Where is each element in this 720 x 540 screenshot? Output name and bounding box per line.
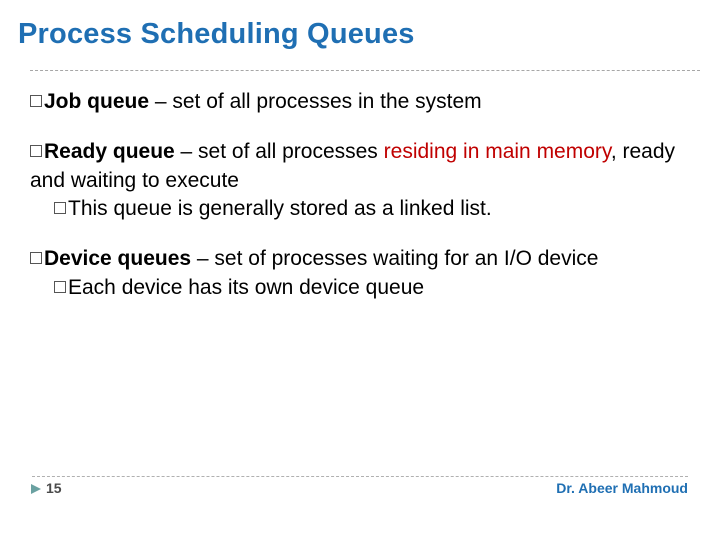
title-divider bbox=[30, 70, 700, 71]
bullet-square-icon bbox=[30, 145, 42, 157]
slide: Process Scheduling Queues Job queue – se… bbox=[0, 0, 720, 540]
author-name: Dr. Abeer Mahmoud bbox=[556, 480, 688, 496]
bullet-device-text: – set of processes waiting for an I/O de… bbox=[197, 247, 599, 270]
bullet-square-icon bbox=[30, 95, 42, 107]
bullet-ready: Ready queue – set of all processes resid… bbox=[30, 138, 690, 223]
bullet-square-icon bbox=[30, 252, 42, 264]
bullet-ready-sub: This queue is generally stored as a link… bbox=[68, 197, 492, 220]
bullet-ready-bold: Ready queue bbox=[44, 140, 181, 163]
bullet-square-icon bbox=[54, 281, 66, 293]
page-number: 15 bbox=[46, 480, 62, 496]
footer-divider bbox=[32, 476, 688, 477]
bullet-ready-red: residing in main memory bbox=[384, 140, 611, 163]
bullet-device-sub: Each device has its own device queue bbox=[68, 276, 424, 299]
bullet-ready-text1: – set of all processes bbox=[181, 140, 384, 163]
bullet-device: Device queues – set of processes waiting… bbox=[30, 245, 690, 302]
bullet-job-bold: Job queue bbox=[44, 90, 155, 113]
bullet-device-bold: Device queues bbox=[44, 247, 197, 270]
bullet-job: Job queue – set of all processes in the … bbox=[30, 88, 690, 116]
bullet-square-icon bbox=[54, 202, 66, 214]
bullet-job-text: – set of all processes in the system bbox=[155, 90, 482, 113]
footer-arrow-icon bbox=[29, 482, 43, 496]
slide-title: Process Scheduling Queues bbox=[18, 18, 415, 51]
content-area: Job queue – set of all processes in the … bbox=[30, 88, 690, 324]
